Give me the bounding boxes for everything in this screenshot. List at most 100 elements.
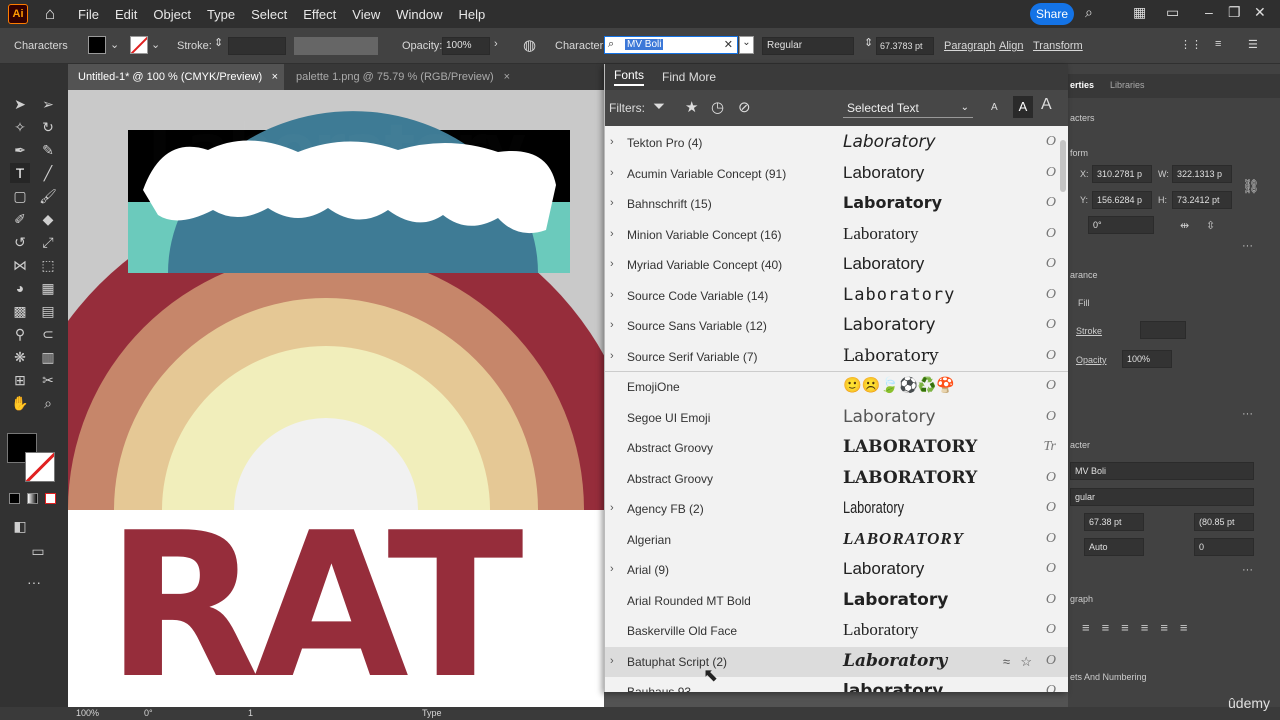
- constrain-proportions-icon[interactable]: ⛓: [1242, 178, 1260, 195]
- none-mode-icon[interactable]: [45, 493, 56, 504]
- menu-help[interactable]: Help: [458, 7, 485, 22]
- similar-fonts-icon[interactable]: ≈: [1003, 654, 1010, 669]
- large-sample-icon[interactable]: A: [1041, 96, 1052, 114]
- filter-icon[interactable]: ⏷: [653, 98, 665, 115]
- chevron-right-icon[interactable]: ›: [494, 38, 498, 50]
- chevron-right-icon[interactable]: ›: [610, 167, 614, 179]
- font-list-item[interactable]: › Acumin Variable Concept (91) Laboratory O: [605, 159, 1068, 190]
- workspace-icon[interactable]: ▭: [1166, 4, 1179, 21]
- font-list-item[interactable]: Algerian LABORATORY O: [605, 525, 1068, 556]
- document-tab-palette[interactable]: palette 1.png @ 75.79 % (RGB/Preview) ×: [286, 64, 516, 90]
- perspective-grid-icon[interactable]: ▦: [38, 278, 58, 298]
- rectangle-tool-icon[interactable]: ▢: [10, 186, 30, 206]
- rotate-tool-icon[interactable]: ↺: [10, 232, 30, 252]
- artboard[interactable]: Laboratory RAT: [68, 90, 604, 707]
- tab-libraries[interactable]: Libraries: [1110, 80, 1145, 90]
- flip-horizontal-icon[interactable]: ⇹: [1180, 219, 1189, 232]
- font-size-field[interactable]: 67.38 pt: [1084, 513, 1144, 531]
- grid-icon[interactable]: ⋮⋮: [1180, 38, 1202, 51]
- restore-icon[interactable]: ❐: [1228, 4, 1241, 21]
- more-options-icon[interactable]: ···: [1242, 408, 1253, 420]
- tab-properties[interactable]: erties: [1070, 80, 1094, 90]
- chevron-right-icon[interactable]: ›: [610, 289, 614, 301]
- font-list-item[interactable]: Arial Rounded MT Bold Laboratory O: [605, 586, 1068, 617]
- paragraph-alignment-icons[interactable]: ≡≡≡≡≡≡: [1082, 620, 1200, 635]
- close-tab-icon[interactable]: ×: [504, 64, 510, 90]
- font-style-field[interactable]: gular: [1070, 488, 1254, 506]
- fill-swatch[interactable]: [88, 36, 106, 54]
- stroke-weight-field[interactable]: [1140, 321, 1186, 339]
- font-search-value[interactable]: MV Boli: [625, 39, 664, 50]
- panel-menu-icon[interactable]: ☰: [1248, 38, 1258, 51]
- mesh-tool-icon[interactable]: ▩: [10, 301, 30, 321]
- line-tool-icon[interactable]: ╱: [38, 163, 58, 183]
- rotate-input[interactable]: 0°: [1088, 216, 1154, 234]
- stroke-color-icon[interactable]: [25, 452, 55, 482]
- scrollbar-thumb[interactable]: [1060, 140, 1066, 192]
- direct-selection-tool-icon[interactable]: ➢: [38, 94, 58, 114]
- chevron-right-icon[interactable]: ›: [610, 563, 614, 575]
- gradient-tool-icon[interactable]: ▤: [38, 301, 58, 321]
- shape-builder-icon[interactable]: ◕: [10, 278, 30, 298]
- opacity-link[interactable]: Opacity: [1076, 355, 1107, 365]
- align-icon[interactable]: ≡: [1215, 38, 1221, 50]
- tab-find-more[interactable]: Find More: [662, 70, 716, 84]
- artboard-tool-icon[interactable]: ⊞: [10, 370, 30, 390]
- w-input[interactable]: 322.1313 p: [1172, 165, 1232, 183]
- zoom-tool-icon[interactable]: ⌕: [38, 393, 58, 413]
- minimize-icon[interactable]: –: [1205, 4, 1213, 20]
- font-list-item[interactable]: › Source Sans Variable (12) Laboratory O: [605, 311, 1068, 342]
- search-icon[interactable]: ⌕: [1085, 4, 1093, 21]
- font-list-item[interactable]: Abstract Groovy LABORATORY O: [605, 464, 1068, 495]
- menu-file[interactable]: File: [78, 7, 99, 22]
- shaper-tool-icon[interactable]: ✐: [10, 209, 30, 229]
- small-sample-icon[interactable]: A: [991, 102, 998, 113]
- flip-vertical-icon[interactable]: ⇳: [1206, 219, 1215, 232]
- opacity-field[interactable]: 100%: [1122, 350, 1172, 368]
- chevron-right-icon[interactable]: ›: [610, 228, 614, 240]
- draw-mode-icon[interactable]: ◧: [10, 516, 30, 536]
- color-mode-icon[interactable]: [9, 493, 20, 504]
- free-transform-icon[interactable]: ⬚: [38, 255, 58, 275]
- selection-tool-icon[interactable]: ➤: [10, 94, 30, 114]
- menu-window[interactable]: Window: [396, 7, 442, 22]
- type-tool-icon[interactable]: T: [10, 163, 30, 183]
- canvas[interactable]: Laboratory RAT: [68, 90, 604, 707]
- font-list-item[interactable]: › Bahnschrift (15) Laboratory O: [605, 189, 1068, 220]
- chevron-right-icon[interactable]: ›: [610, 197, 614, 209]
- menu-object[interactable]: Object: [153, 7, 191, 22]
- favorite-star-icon[interactable]: ☆: [1020, 654, 1032, 670]
- menu-view[interactable]: View: [352, 7, 380, 22]
- font-list-item[interactable]: Baskerville Old Face Laboratory O: [605, 616, 1068, 647]
- menu-type[interactable]: Type: [207, 7, 235, 22]
- font-dropdown-button[interactable]: ⌄: [739, 36, 754, 54]
- activated-fonts-icon[interactable]: ⊘: [738, 98, 751, 116]
- document-tab-untitled[interactable]: Untitled-1* @ 100 % (CMYK/Preview) ×: [68, 64, 284, 90]
- stepper-icon[interactable]: ⇕: [864, 36, 873, 49]
- chevron-right-icon[interactable]: ›: [610, 502, 614, 514]
- menu-effect[interactable]: Effect: [303, 7, 336, 22]
- magic-wand-icon[interactable]: ✧: [10, 117, 30, 137]
- font-family-field[interactable]: MV Boli: [1070, 462, 1254, 480]
- medium-sample-icon[interactable]: A: [1013, 96, 1033, 118]
- chevron-down-icon[interactable]: ⌄: [110, 38, 119, 51]
- transform-link[interactable]: Transform: [1033, 40, 1083, 52]
- menu-select[interactable]: Select: [251, 7, 287, 22]
- align-link[interactable]: Align: [999, 40, 1023, 52]
- font-list-item[interactable]: Abstract Groovy LABORATORY Tr: [605, 433, 1068, 464]
- symbol-sprayer-icon[interactable]: ❋: [10, 347, 30, 367]
- tracking-field[interactable]: 0: [1194, 538, 1254, 556]
- big-text[interactable]: RAT: [106, 502, 586, 708]
- curvature-tool-icon[interactable]: ✎: [38, 140, 58, 160]
- h-input[interactable]: 73.2412 pt: [1172, 191, 1232, 209]
- screen-mode-icon[interactable]: ▭: [28, 541, 48, 561]
- share-button[interactable]: Share: [1030, 3, 1074, 25]
- font-list-item[interactable]: › Tekton Pro (4) Laboratory O: [605, 128, 1068, 159]
- eyedropper-icon[interactable]: ⚲: [10, 324, 30, 344]
- more-tools-icon[interactable]: ···: [24, 572, 44, 592]
- gradient-mode-icon[interactable]: [27, 493, 38, 504]
- x-input[interactable]: 310.2781 p: [1092, 165, 1152, 183]
- font-list-item[interactable]: › Source Code Variable (14) Laboratory O: [605, 281, 1068, 312]
- zoom-level[interactable]: 100%: [76, 708, 99, 718]
- font-style-select[interactable]: Regular: [762, 37, 854, 55]
